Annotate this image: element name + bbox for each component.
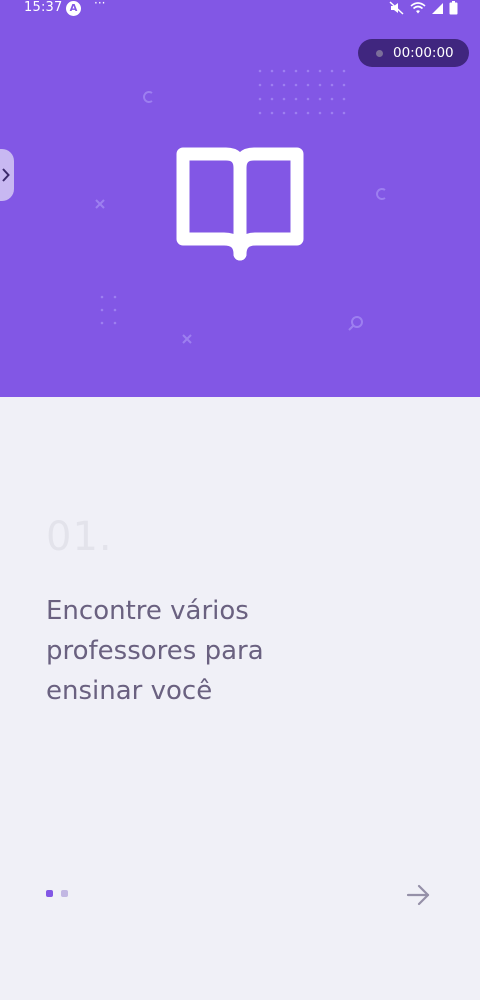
mute-icon [389,1,404,15]
screen-recorder-timer[interactable]: 00:00:00 [358,39,469,67]
title-line: Encontre vários [46,596,249,626]
arrow-right-icon[interactable] [404,881,432,909]
hero-banner: 15:37 A ··· 00:00:00 [0,0,480,397]
status-bar: 15:37 A ··· [0,0,480,18]
notification-overflow-icon: ··· [94,0,106,10]
onboarding-content: 01. Encontre vários professores para ens… [0,397,480,1000]
recorder-time: 00:00:00 [393,45,454,61]
app-notification-icon: A [66,1,81,16]
battery-icon [449,1,458,15]
side-panel-handle[interactable] [0,149,14,201]
chevron-right-icon [2,168,10,182]
status-time: 15:37 [24,0,63,15]
title-line: professores para [46,636,264,666]
step-number: 01. [46,514,113,560]
record-dot-icon [376,50,383,57]
onboarding-title: Encontre vários professores para ensinar… [46,591,366,711]
page-indicator [46,890,68,897]
title-line: ensinar você [46,676,213,706]
page-dot-active [46,890,53,897]
signal-icon [432,3,443,14]
book-open-icon [176,147,304,261]
wifi-icon [410,2,426,14]
page-dot [61,890,68,897]
